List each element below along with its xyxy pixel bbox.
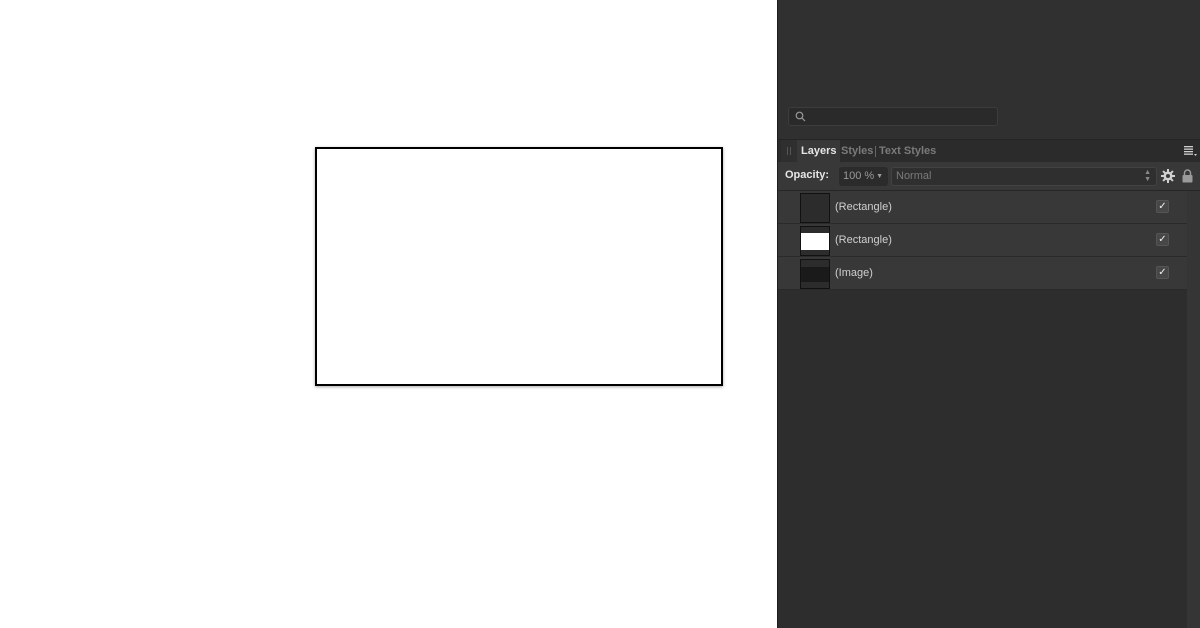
search-icon <box>795 111 806 122</box>
layers-scrollbar[interactable] <box>1187 191 1200 628</box>
visibility-checkbox[interactable]: ✓ <box>1156 200 1169 213</box>
opacity-dropdown[interactable]: 100 % ▼ <box>839 167 888 186</box>
tab-layers[interactable]: Layers <box>797 140 841 163</box>
opacity-value: 100 % <box>843 170 875 182</box>
chevron-down-icon: ▼ <box>876 173 883 180</box>
layer-name: (Rectangle) <box>835 201 892 213</box>
lock-icon[interactable] <box>1182 169 1193 183</box>
canvas-area[interactable] <box>0 0 777 628</box>
stepper-arrows-icon: ▲ ▼ <box>1144 169 1151 183</box>
opacity-label: Opacity: <box>785 169 830 181</box>
tab-text-styles[interactable]: Text Styles <box>879 140 936 163</box>
layer-thumbnail <box>800 259 830 289</box>
tab-styles[interactable]: Styles <box>841 140 873 163</box>
panel-tab-bar: Layers Styles Text Styles <box>778 139 1200 163</box>
layer-row[interactable]: (Rectangle) ✓ <box>778 224 1187 257</box>
search-input[interactable] <box>788 107 998 126</box>
layers-list-empty-area[interactable] <box>778 290 1187 628</box>
drag-handle[interactable] <box>781 140 797 162</box>
layer-row[interactable]: (Image) ✓ <box>778 257 1187 290</box>
tab-separator <box>875 146 876 157</box>
layer-row[interactable]: (Rectangle) ✓ <box>778 191 1187 224</box>
blend-mode-select[interactable]: Normal ▲ ▼ <box>891 167 1157 186</box>
visibility-checkbox[interactable]: ✓ <box>1156 266 1169 279</box>
layer-name: (Rectangle) <box>835 234 892 246</box>
gear-icon[interactable] <box>1161 169 1175 183</box>
layers-panel: Layers Styles Text Styles Opacity: 100 %… <box>777 0 1200 628</box>
layer-toolbar: Opacity: 100 % ▼ Normal ▲ ▼ <box>778 162 1200 191</box>
artboard-rectangle[interactable] <box>315 147 723 386</box>
layers-list: (Rectangle) ✓ (Rectangle) ✓ (Image) ✓ <box>778 191 1187 290</box>
layer-thumbnail <box>800 193 830 223</box>
layer-thumbnail <box>800 226 830 256</box>
blend-mode-value: Normal <box>896 170 932 182</box>
visibility-checkbox[interactable]: ✓ <box>1156 233 1169 246</box>
layer-name: (Image) <box>835 267 873 279</box>
panel-menu-icon[interactable] <box>1184 146 1197 157</box>
